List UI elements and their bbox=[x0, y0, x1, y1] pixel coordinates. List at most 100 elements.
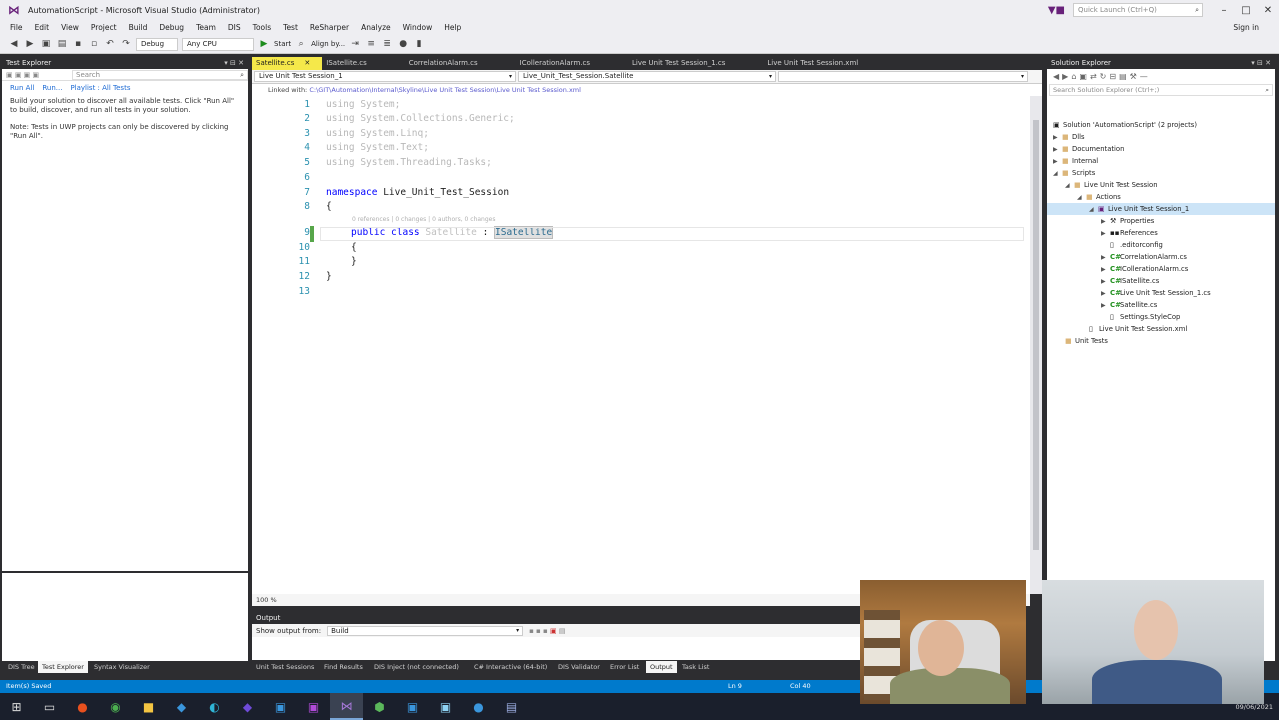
menu-help[interactable]: Help bbox=[438, 23, 467, 32]
tree-node-dlls[interactable]: ▶ ■ Dlls bbox=[1053, 131, 1085, 143]
tab-icollerationalarm-cs[interactable]: ICollerationAlarm.cs bbox=[490, 57, 602, 70]
run-all-link[interactable]: Run All bbox=[10, 84, 34, 92]
test-toolbar-icons[interactable]: ▣ ▣ ▣ ▣ bbox=[2, 71, 72, 79]
redo-icon[interactable]: ↷ bbox=[120, 39, 132, 49]
tab-satellite-cs[interactable]: Satellite.cs ✕ bbox=[252, 57, 323, 70]
menu-tools[interactable]: Tools bbox=[247, 23, 277, 32]
menu-team[interactable]: Team bbox=[190, 23, 222, 32]
menu-window[interactable]: Window bbox=[397, 23, 439, 32]
search-icon[interactable]: ⌕ bbox=[295, 39, 307, 49]
app-icon[interactable]: ▣ bbox=[429, 693, 462, 720]
app-icon[interactable]: ● bbox=[462, 693, 495, 720]
visual-studio-icon[interactable]: ⋈ bbox=[330, 693, 363, 720]
tree-node-live-unit-test-session-1-cs[interactable]: ▶ C#Live Unit Test Session_1.cs bbox=[1101, 287, 1211, 299]
test-search-input[interactable]: Search ⌕ bbox=[72, 69, 248, 80]
menu-resharper[interactable]: ReSharper bbox=[304, 23, 355, 32]
tab-dis-validator[interactable]: DIS Validator bbox=[554, 661, 604, 673]
quick-launch-input[interactable]: Quick Launch (Ctrl+Q) ⌕ bbox=[1073, 3, 1203, 17]
tree-node-settings-stylecop[interactable]: ▯ Settings.StyleCop bbox=[1110, 311, 1180, 323]
preview-icon[interactable]: — bbox=[1140, 72, 1148, 81]
tree-node-correlationalarm-cs[interactable]: ▶ C#CorrelationAlarm.cs bbox=[1101, 251, 1187, 263]
tree-node-live-unit-test-session-xml[interactable]: ▯ Live Unit Test Session.xml bbox=[1089, 323, 1187, 335]
output-toolbar-icons[interactable]: ▪ ▪ ▪ ▣ ▤ bbox=[529, 627, 565, 635]
solution-search-input[interactable]: Search Solution Explorer (Ctrl+;) ⌕ bbox=[1049, 84, 1273, 96]
comment-icon[interactable]: ≣ bbox=[381, 39, 393, 49]
app-icon[interactable]: ▤ bbox=[495, 693, 528, 720]
tab-dis-tree[interactable]: DIS Tree bbox=[4, 661, 39, 673]
forward-icon[interactable]: ▶ bbox=[24, 39, 36, 49]
minimize-button[interactable]: – bbox=[1213, 5, 1235, 16]
chevron-down-icon[interactable]: ◢ bbox=[1089, 204, 1098, 216]
back-icon[interactable]: ◀ bbox=[8, 39, 20, 49]
home-icon[interactable]: ⌂ bbox=[1071, 72, 1076, 81]
tree-node-actions[interactable]: ◢ ■ Actions bbox=[1077, 191, 1121, 203]
windows-start-icon[interactable]: ⊞ bbox=[0, 693, 33, 720]
edge-icon[interactable]: ◐ bbox=[198, 693, 231, 720]
app-icon[interactable]: ▣ bbox=[396, 693, 429, 720]
tree-node-references[interactable]: ▶ ▪▪References bbox=[1101, 227, 1158, 239]
outlook-icon[interactable]: ▣ bbox=[264, 693, 297, 720]
app-icon[interactable]: ◆ bbox=[165, 693, 198, 720]
tree-node-isatellite-cs[interactable]: ▶ C#ISatellite.cs bbox=[1101, 275, 1159, 287]
type-navigation-select[interactable]: Live_Unit_Test_Session.Satellite ▾ bbox=[518, 71, 776, 82]
tab-dis-inject[interactable]: DIS Inject (not connected) bbox=[370, 661, 463, 673]
editor-scrollbar[interactable] bbox=[1030, 96, 1042, 594]
tab-live-unit-test-session-xml[interactable]: Live Unit Test Session.xml bbox=[737, 57, 870, 70]
chevron-down-icon[interactable]: ◢ bbox=[1065, 180, 1074, 192]
close-button[interactable]: ✕ bbox=[1257, 5, 1279, 16]
tree-node-unit-tests[interactable]: ■ Unit Tests bbox=[1065, 335, 1108, 347]
project-navigation-select[interactable]: Live Unit Test Session_1 ▾ bbox=[254, 71, 516, 82]
tree-node-editorconfig[interactable]: ▯ .editorconfig bbox=[1110, 239, 1163, 251]
tree-node-live-unit-test-session[interactable]: ◢ ■ Live Unit Test Session bbox=[1065, 179, 1158, 191]
tab-csharp-interactive[interactable]: C# Interactive (64-bit) bbox=[470, 661, 551, 673]
sync-icon[interactable]: ⇄ bbox=[1090, 72, 1097, 81]
undo-icon[interactable]: ↶ bbox=[104, 39, 116, 49]
close-tab-icon[interactable]: ✕ bbox=[304, 59, 310, 67]
run-dropdown[interactable]: Run... bbox=[42, 84, 62, 92]
save-icon[interactable]: ▪ bbox=[72, 39, 84, 49]
open-icon[interactable]: ▤ bbox=[56, 39, 68, 49]
menu-view[interactable]: View bbox=[55, 23, 85, 32]
menu-file[interactable]: File bbox=[4, 23, 29, 32]
tab-error-list[interactable]: Error List bbox=[606, 661, 643, 673]
tab-syntax-visualizer[interactable]: Syntax Visualizer bbox=[90, 661, 154, 673]
tree-node-icollerationalarm-cs[interactable]: ▶ C#ICollerationAlarm.cs bbox=[1101, 263, 1188, 275]
tab-test-explorer[interactable]: Test Explorer bbox=[38, 661, 88, 673]
indent-icon[interactable]: ≡ bbox=[365, 39, 377, 49]
teams-icon[interactable]: ◆ bbox=[231, 693, 264, 720]
tree-node-internal[interactable]: ▶ ■ Internal bbox=[1053, 155, 1098, 167]
tree-node-documentation[interactable]: ▶ ■ Documentation bbox=[1053, 143, 1124, 155]
back-icon[interactable]: ◀ bbox=[1053, 72, 1059, 81]
step-icon[interactable]: ⇥ bbox=[349, 39, 361, 49]
tree-node-scripts[interactable]: ◢ ■ Scripts bbox=[1053, 167, 1095, 179]
panel-controls[interactable]: ▾ ⊟ ✕ bbox=[224, 57, 244, 69]
new-project-icon[interactable]: ▣ bbox=[40, 39, 52, 49]
panel-splitter[interactable] bbox=[2, 571, 248, 573]
app-icon[interactable]: ● bbox=[66, 693, 99, 720]
tree-node-solution[interactable]: ▣ Solution 'AutomationScript' (2 projects… bbox=[1053, 119, 1197, 131]
file-explorer-icon[interactable]: ■ bbox=[132, 693, 165, 720]
configuration-select[interactable]: Debug bbox=[136, 37, 178, 51]
onenote-icon[interactable]: ▣ bbox=[297, 693, 330, 720]
task-view-icon[interactable]: ▭ bbox=[33, 693, 66, 720]
menu-analyze[interactable]: Analyze bbox=[355, 23, 397, 32]
save-all-icon[interactable]: ▫ bbox=[88, 39, 100, 49]
output-source-select[interactable]: Build ▾ bbox=[327, 625, 524, 636]
properties-icon[interactable]: ⚒ bbox=[1130, 72, 1137, 81]
tab-isatellite-cs[interactable]: ISatellite.cs bbox=[322, 57, 378, 70]
playlist-dropdown[interactable]: Playlist : All Tests bbox=[70, 84, 130, 92]
app-icon[interactable]: ⬢ bbox=[363, 693, 396, 720]
linked-path-link[interactable]: C:\GIT\Automation\Internal\Skyline\Live … bbox=[309, 86, 581, 94]
scrollbar-thumb[interactable] bbox=[1033, 120, 1039, 550]
refresh-icon[interactable]: ↻ bbox=[1100, 72, 1107, 81]
codelens-info[interactable]: 0 references | 0 changes | 0 authors, 0 … bbox=[352, 216, 495, 223]
menu-build[interactable]: Build bbox=[123, 23, 154, 32]
menu-test[interactable]: Test bbox=[277, 23, 304, 32]
tree-node-live-unit-test-session-1[interactable]: ◢ ▣ Live Unit Test Session_1 bbox=[1047, 203, 1275, 215]
panel-controls[interactable]: ▾ ⊟ ✕ bbox=[1251, 57, 1271, 69]
menu-debug[interactable]: Debug bbox=[153, 23, 190, 32]
switch-views-icon[interactable]: ▣ bbox=[1079, 72, 1087, 81]
start-button[interactable]: Start bbox=[274, 40, 291, 48]
maximize-button[interactable]: □ bbox=[1235, 5, 1257, 16]
bookmark-icon[interactable]: ▮ bbox=[413, 39, 425, 49]
